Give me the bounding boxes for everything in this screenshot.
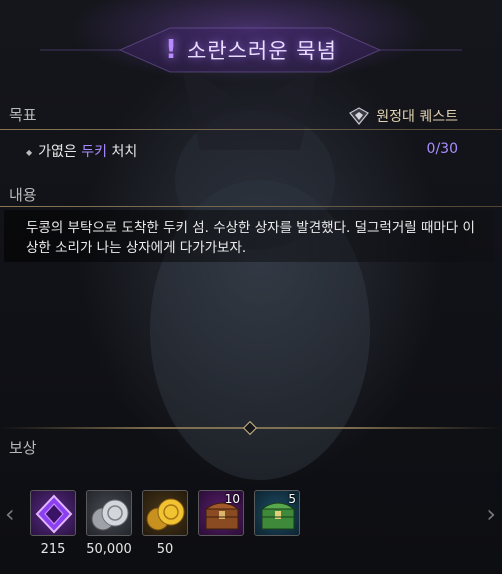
silver-coins-icon: [91, 499, 129, 531]
reward-amount-crystal: 215: [40, 542, 66, 557]
objective-target: 두키: [81, 144, 108, 160]
objective-prefix: 가엾은: [38, 144, 77, 160]
title-banner: ! 소란스러운 묵념: [0, 0, 502, 95]
rewards-section-label: 보상: [9, 439, 37, 457]
gold-coins-icon: [146, 498, 185, 531]
quest-type: 원정대 퀘스트: [349, 106, 458, 126]
purple-crystal-icon: [35, 494, 73, 534]
reward-slot-crystal[interactable]: [30, 490, 76, 536]
bullet-icon: ◆: [26, 147, 33, 157]
reward-slot-green-chest[interactable]: 5: [254, 490, 300, 536]
reward-slot-gold[interactable]: [142, 490, 188, 536]
reward-badge-wooden-chest: 10: [224, 492, 240, 506]
scroll-left-arrow-icon[interactable]: ‹: [5, 500, 15, 528]
objective-suffix: 처치: [111, 144, 138, 160]
quest-type-label: 원정대 퀘스트: [376, 109, 458, 125]
reward-amount-silver: 50,000: [86, 542, 132, 557]
expedition-crest-icon: [349, 107, 370, 125]
objective-text: ◆ 가엾은 두키 처치: [26, 141, 138, 160]
objective-divider: [0, 129, 502, 130]
objective-row: ◆ 가엾은 두키 처치 0/30: [26, 141, 458, 160]
reward-badge-green-chest: 5: [288, 492, 296, 506]
quest-title: 소란스러운 묵념: [186, 39, 337, 63]
reward-slot-wooden-chest[interactable]: 10: [198, 490, 244, 536]
content-section-label: 내용: [9, 186, 37, 204]
reward-slot-silver[interactable]: [86, 490, 132, 536]
reward-amount-gold: 50: [156, 542, 174, 557]
quest-description: 두콩의 부탁으로 도착한 두키 섬. 수상한 상자를 발견했다. 덜그럭거릴 때…: [26, 220, 475, 256]
exclamation-icon: !: [165, 35, 177, 65]
content-divider: [0, 206, 502, 207]
objective-progress: 0/30: [426, 141, 458, 157]
objective-section-label: 목표: [9, 106, 37, 124]
divider-diamond-icon: [242, 420, 258, 436]
scroll-right-arrow-icon[interactable]: ›: [486, 500, 496, 528]
